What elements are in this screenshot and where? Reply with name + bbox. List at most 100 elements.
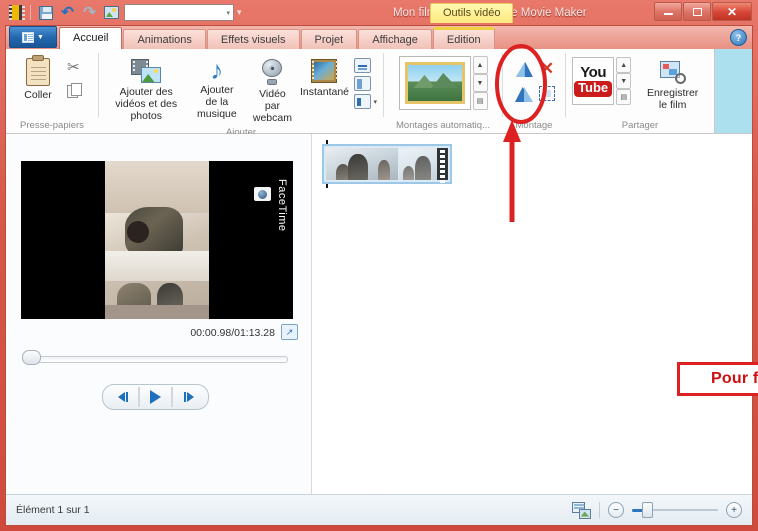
group-label-presse-papiers: Presse-papiers — [20, 120, 84, 131]
annotation-text: Pour faire une rotation au fichier — [711, 370, 758, 387]
annotation-callout: Pour faire une rotation au fichier — [677, 362, 758, 396]
credits-dropdown-icon[interactable]: ▾ — [373, 98, 377, 106]
snapshot-button[interactable]: Instantané — [298, 56, 350, 101]
webcam-label: Vidéo par webcam — [252, 88, 292, 125]
tab-edition[interactable]: Edition — [432, 27, 495, 50]
tab-label: Affichage — [372, 34, 418, 46]
seek-thumb[interactable] — [22, 350, 41, 365]
fit-icon[interactable] — [539, 85, 555, 101]
app-film-icon[interactable] — [6, 3, 25, 22]
file-menu-button[interactable]: ▼ — [9, 26, 57, 48]
tab-affichage[interactable]: Affichage — [358, 29, 432, 50]
ribbon-group-partager: You Tube ▲ ▼ ▤ Enregistrer le film Parta… — [566, 49, 714, 133]
paste-button[interactable]: Coller — [12, 52, 64, 104]
redo-icon[interactable]: ↷ — [80, 3, 99, 22]
transport-controls — [102, 384, 209, 410]
file-menu-icon — [22, 31, 35, 43]
tab-label: Accueil — [73, 32, 109, 44]
zoom-in-button[interactable]: + — [726, 502, 742, 518]
tab-animations[interactable]: Animations — [123, 29, 206, 50]
add-videos-photos-button[interactable]: Ajouter des vidéos et des photos — [105, 56, 187, 125]
video-preview[interactable]: FaceTime — [21, 161, 293, 319]
play-button[interactable] — [139, 387, 172, 407]
add-videos-photos-label: Ajouter des vidéos et des photos — [115, 86, 178, 123]
zoom-out-button[interactable]: − — [608, 502, 624, 518]
quick-access-toolbar: ↶ ↷ ▾ ▾ — [6, 2, 242, 23]
add-music-label: Ajouter de la musique — [197, 84, 237, 121]
rotate-right-icon[interactable] — [513, 83, 535, 103]
music-note-icon: ♪ — [210, 55, 224, 85]
cut-button[interactable]: ✂ — [64, 58, 83, 77]
gallery-scroll-down-button[interactable]: ▼ — [472, 74, 488, 92]
snapshot-label: Instantané — [299, 86, 350, 98]
save-project-icon[interactable] — [36, 3, 55, 22]
window-controls: ✕ — [654, 2, 752, 21]
rotate-left-icon[interactable] — [514, 58, 536, 78]
group-label-montages-automatiques: Montages automatiq... — [396, 120, 490, 131]
undo-icon[interactable]: ↶ — [58, 3, 77, 22]
next-frame-button[interactable] — [172, 387, 204, 407]
webcam-video-button[interactable]: Vidéo par webcam — [246, 56, 298, 127]
minimize-button[interactable] — [654, 2, 682, 21]
youtube-publish-button[interactable]: You Tube — [572, 57, 615, 105]
gallery-scroll-up-button[interactable]: ▲ — [472, 56, 488, 74]
save-movie-button[interactable]: Enregistrer le film — [637, 57, 708, 114]
ribbon-group-montages-automatiques: ▲ ▼ ▤ Montages automatiq... — [384, 49, 502, 133]
add-music-button[interactable]: ♪ Ajouter de la musique — [187, 56, 246, 123]
previous-frame-button[interactable] — [107, 387, 139, 407]
video-photo-icon — [131, 59, 162, 83]
help-icon[interactable]: ? — [730, 29, 747, 46]
tab-effets-visuels[interactable]: Effets visuels — [206, 29, 300, 50]
seek-bar[interactable] — [24, 356, 288, 363]
save-movie-label: Enregistrer le film — [646, 87, 699, 112]
ribbon: Coller ✂ Presse-papiers Ajouter des vidé… — [6, 49, 752, 138]
storyboard-clip[interactable] — [322, 144, 452, 184]
tab-label: Edition — [446, 34, 481, 46]
tab-projet[interactable]: Projet — [300, 29, 358, 50]
copy-icon — [67, 83, 82, 98]
copy-button[interactable] — [64, 83, 83, 100]
timecode-display: 00:00.98/01:13.28 — [190, 327, 275, 339]
preview-pane: FaceTime 00:00.98/01:13.28 ↗ — [6, 134, 312, 494]
remove-icon[interactable]: ✕ — [540, 60, 554, 77]
add-credits-button[interactable] — [354, 94, 372, 109]
qat-combo-input[interactable]: ▾ — [124, 4, 234, 21]
film-perforations — [437, 148, 448, 180]
ribbon-empty-panel — [714, 49, 752, 133]
status-bar-right: − + — [572, 501, 742, 519]
gallery-scroll-buttons: ▲ ▼ ▤ — [472, 56, 488, 110]
automovie-gallery-item[interactable] — [398, 56, 471, 110]
share-scroll-down-button[interactable]: ▼ — [616, 73, 632, 89]
zoom-slider[interactable] — [632, 502, 718, 518]
tab-accueil[interactable]: Accueil — [59, 27, 123, 49]
thumbnail-view-icon[interactable] — [572, 501, 591, 519]
ribbon-group-ajouter: Ajouter des vidéos et des photos ♪ Ajout… — [99, 49, 383, 138]
maximize-button[interactable] — [683, 2, 711, 21]
storyboard-pane[interactable]: Pour faire une rotation au fichier — [312, 134, 758, 494]
zoom-thumb[interactable] — [642, 502, 653, 518]
qat-divider — [30, 5, 31, 20]
save-movie-icon — [659, 60, 686, 84]
client-area: ▼ Accueil Animations Effets visuels Proj… — [5, 25, 758, 526]
clipboard-icon — [26, 55, 50, 86]
add-caption-button[interactable] — [354, 76, 372, 91]
ribbon-group-montage: ✕ Montage — [503, 49, 565, 133]
youtube-tube-label: Tube — [574, 80, 613, 97]
movie-maker-window: ↶ ↷ ▾ ▾ Mon film - Windows Live Movie Ma… — [0, 0, 758, 531]
paste-label: Coller — [24, 89, 52, 101]
fullscreen-expand-button[interactable]: ↗ — [281, 324, 298, 340]
share-scroll-up-button[interactable]: ▲ — [616, 57, 632, 73]
share-more-button[interactable]: ▤ — [616, 89, 632, 105]
close-button[interactable]: ✕ — [712, 2, 752, 21]
webcam-icon — [259, 59, 285, 85]
tab-label: Effets visuels — [220, 34, 286, 46]
add-media-icon[interactable] — [102, 3, 121, 22]
add-title-button[interactable] — [354, 58, 372, 73]
youtube-you-label: You — [580, 64, 606, 82]
clip-thumbnail-1 — [326, 148, 398, 180]
gallery-more-button[interactable]: ▤ — [472, 92, 488, 110]
group-label-partager: Partager — [621, 120, 659, 131]
facetime-watermark: FaceTime — [276, 179, 288, 232]
tab-label: Projet — [314, 34, 344, 46]
share-scroll-buttons: ▲ ▼ ▤ — [616, 57, 632, 105]
